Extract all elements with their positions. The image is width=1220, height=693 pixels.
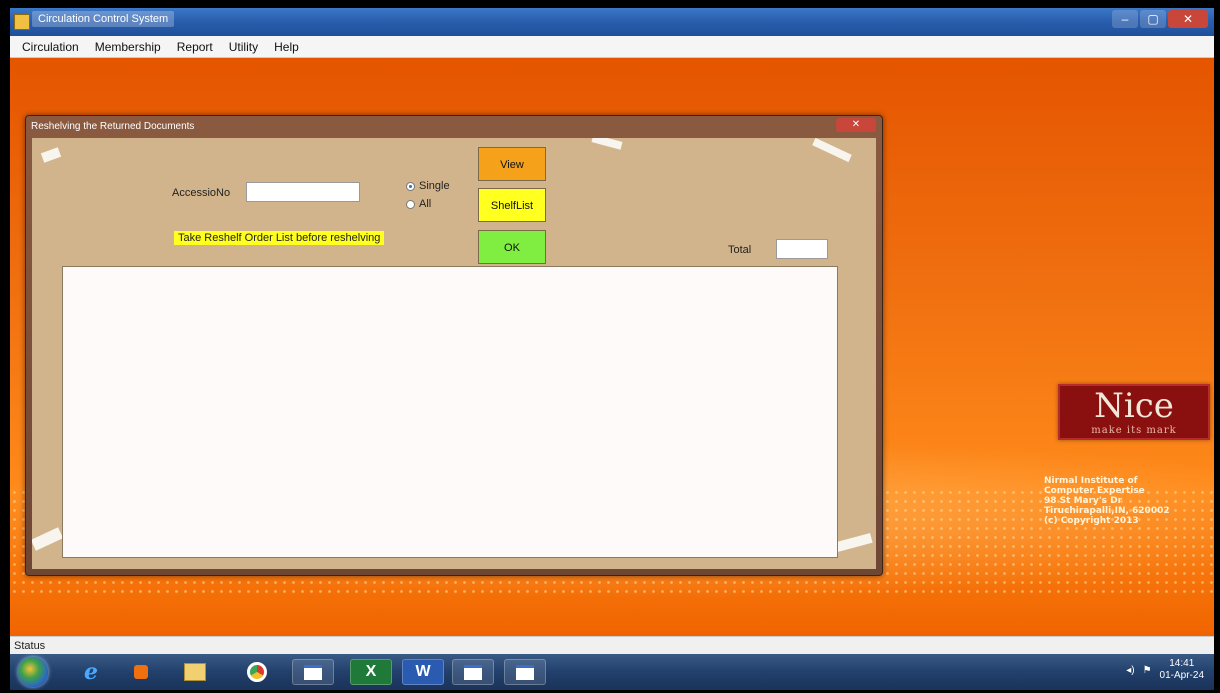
dialog-body: AccessioNo Single All Take Reshelf Order… <box>32 138 876 569</box>
media-player-icon[interactable] <box>120 659 162 685</box>
company-info: Nirmal Institute of Computer Expertise 9… <box>1044 476 1214 526</box>
window-controls: – ▢ ✕ <box>1112 10 1208 28</box>
app-window-icon[interactable] <box>292 659 334 685</box>
radio-all[interactable]: All <box>406 198 431 210</box>
maximize-button[interactable]: ▢ <box>1140 10 1166 28</box>
word-icon[interactable]: W <box>402 659 444 685</box>
clock[interactable]: 14:41 01-Apr-24 <box>1160 658 1204 682</box>
taskbar: e X W ◂) ⚑ 14:41 01-Apr-24 <box>10 654 1214 690</box>
view-button[interactable]: View <box>478 147 546 181</box>
radio-all-indicator[interactable] <box>406 199 415 209</box>
decor-torn-paper <box>40 147 62 163</box>
reshelving-dialog: Reshelving the Returned Documents ✕ Acce… <box>25 115 883 576</box>
company-line: Tiruchirapalli,IN, 620002 <box>1044 506 1170 516</box>
app-window-icon[interactable] <box>452 659 494 685</box>
menu-help[interactable]: Help <box>274 40 299 54</box>
results-list[interactable] <box>62 266 838 558</box>
accession-label: AccessioNo <box>172 187 231 199</box>
flag-icon[interactable]: ⚑ <box>1143 665 1152 676</box>
logo-tagline: make its mark <box>1091 425 1177 436</box>
reshelf-notice: Take Reshelf Order List before reshelvin… <box>174 231 385 245</box>
dialog-close-button[interactable]: ✕ <box>836 118 876 132</box>
menu-bar: Circulation Membership Report Utility He… <box>10 36 1214 58</box>
excel-icon[interactable]: X <box>350 659 392 685</box>
decor-torn-paper <box>32 527 64 551</box>
close-button[interactable]: ✕ <box>1168 10 1208 28</box>
clock-date: 01-Apr-24 <box>1159 670 1204 681</box>
mdi-background: Nice make its mark Nirmal Institute of C… <box>10 58 1214 636</box>
menu-utility[interactable]: Utility <box>229 40 258 54</box>
accession-input[interactable] <box>246 182 360 202</box>
menu-membership[interactable]: Membership <box>95 40 161 54</box>
decor-torn-paper <box>591 138 623 150</box>
company-line: (c) Copyright 2013 <box>1044 516 1139 526</box>
clock-time: 14:41 <box>1169 658 1195 669</box>
total-field <box>776 239 828 259</box>
status-bar: Status <box>10 636 1214 654</box>
dialog-title: Reshelving the Returned Documents <box>31 121 195 132</box>
start-button[interactable] <box>18 657 48 687</box>
internet-explorer-icon[interactable]: e <box>70 659 112 685</box>
nice-logo: Nice make its mark <box>1058 384 1210 440</box>
chrome-icon[interactable] <box>236 659 278 685</box>
menu-circulation[interactable]: Circulation <box>22 40 79 54</box>
company-line: 98 St Mary's Dr <box>1044 496 1123 506</box>
app-title: Circulation Control System <box>32 11 175 27</box>
screen: Circulation Control System – ▢ ✕ Circula… <box>10 8 1214 690</box>
menu-report[interactable]: Report <box>177 40 213 54</box>
ok-button[interactable]: OK <box>478 230 546 264</box>
radio-single-label: Single <box>419 180 450 192</box>
shelflist-button[interactable]: ShelfList <box>478 188 546 222</box>
app-title-bar[interactable]: Circulation Control System – ▢ ✕ <box>10 8 1214 36</box>
app-window-icon[interactable] <box>504 659 546 685</box>
decor-torn-paper <box>812 138 852 163</box>
logo-text: Nice <box>1094 386 1174 426</box>
system-tray: ◂) ⚑ 14:41 01-Apr-24 <box>1126 658 1204 682</box>
volume-icon[interactable]: ◂) <box>1126 665 1134 676</box>
total-label: Total <box>728 244 752 256</box>
radio-single-indicator[interactable] <box>406 181 415 191</box>
minimize-button[interactable]: – <box>1112 10 1138 28</box>
app-icon <box>14 14 30 30</box>
radio-single[interactable]: Single <box>406 180 450 192</box>
radio-all-label: All <box>419 198 432 210</box>
company-line: Computer Expertise <box>1044 486 1145 496</box>
file-explorer-icon[interactable] <box>174 659 216 685</box>
company-line: Nirmal Institute of <box>1044 476 1138 486</box>
